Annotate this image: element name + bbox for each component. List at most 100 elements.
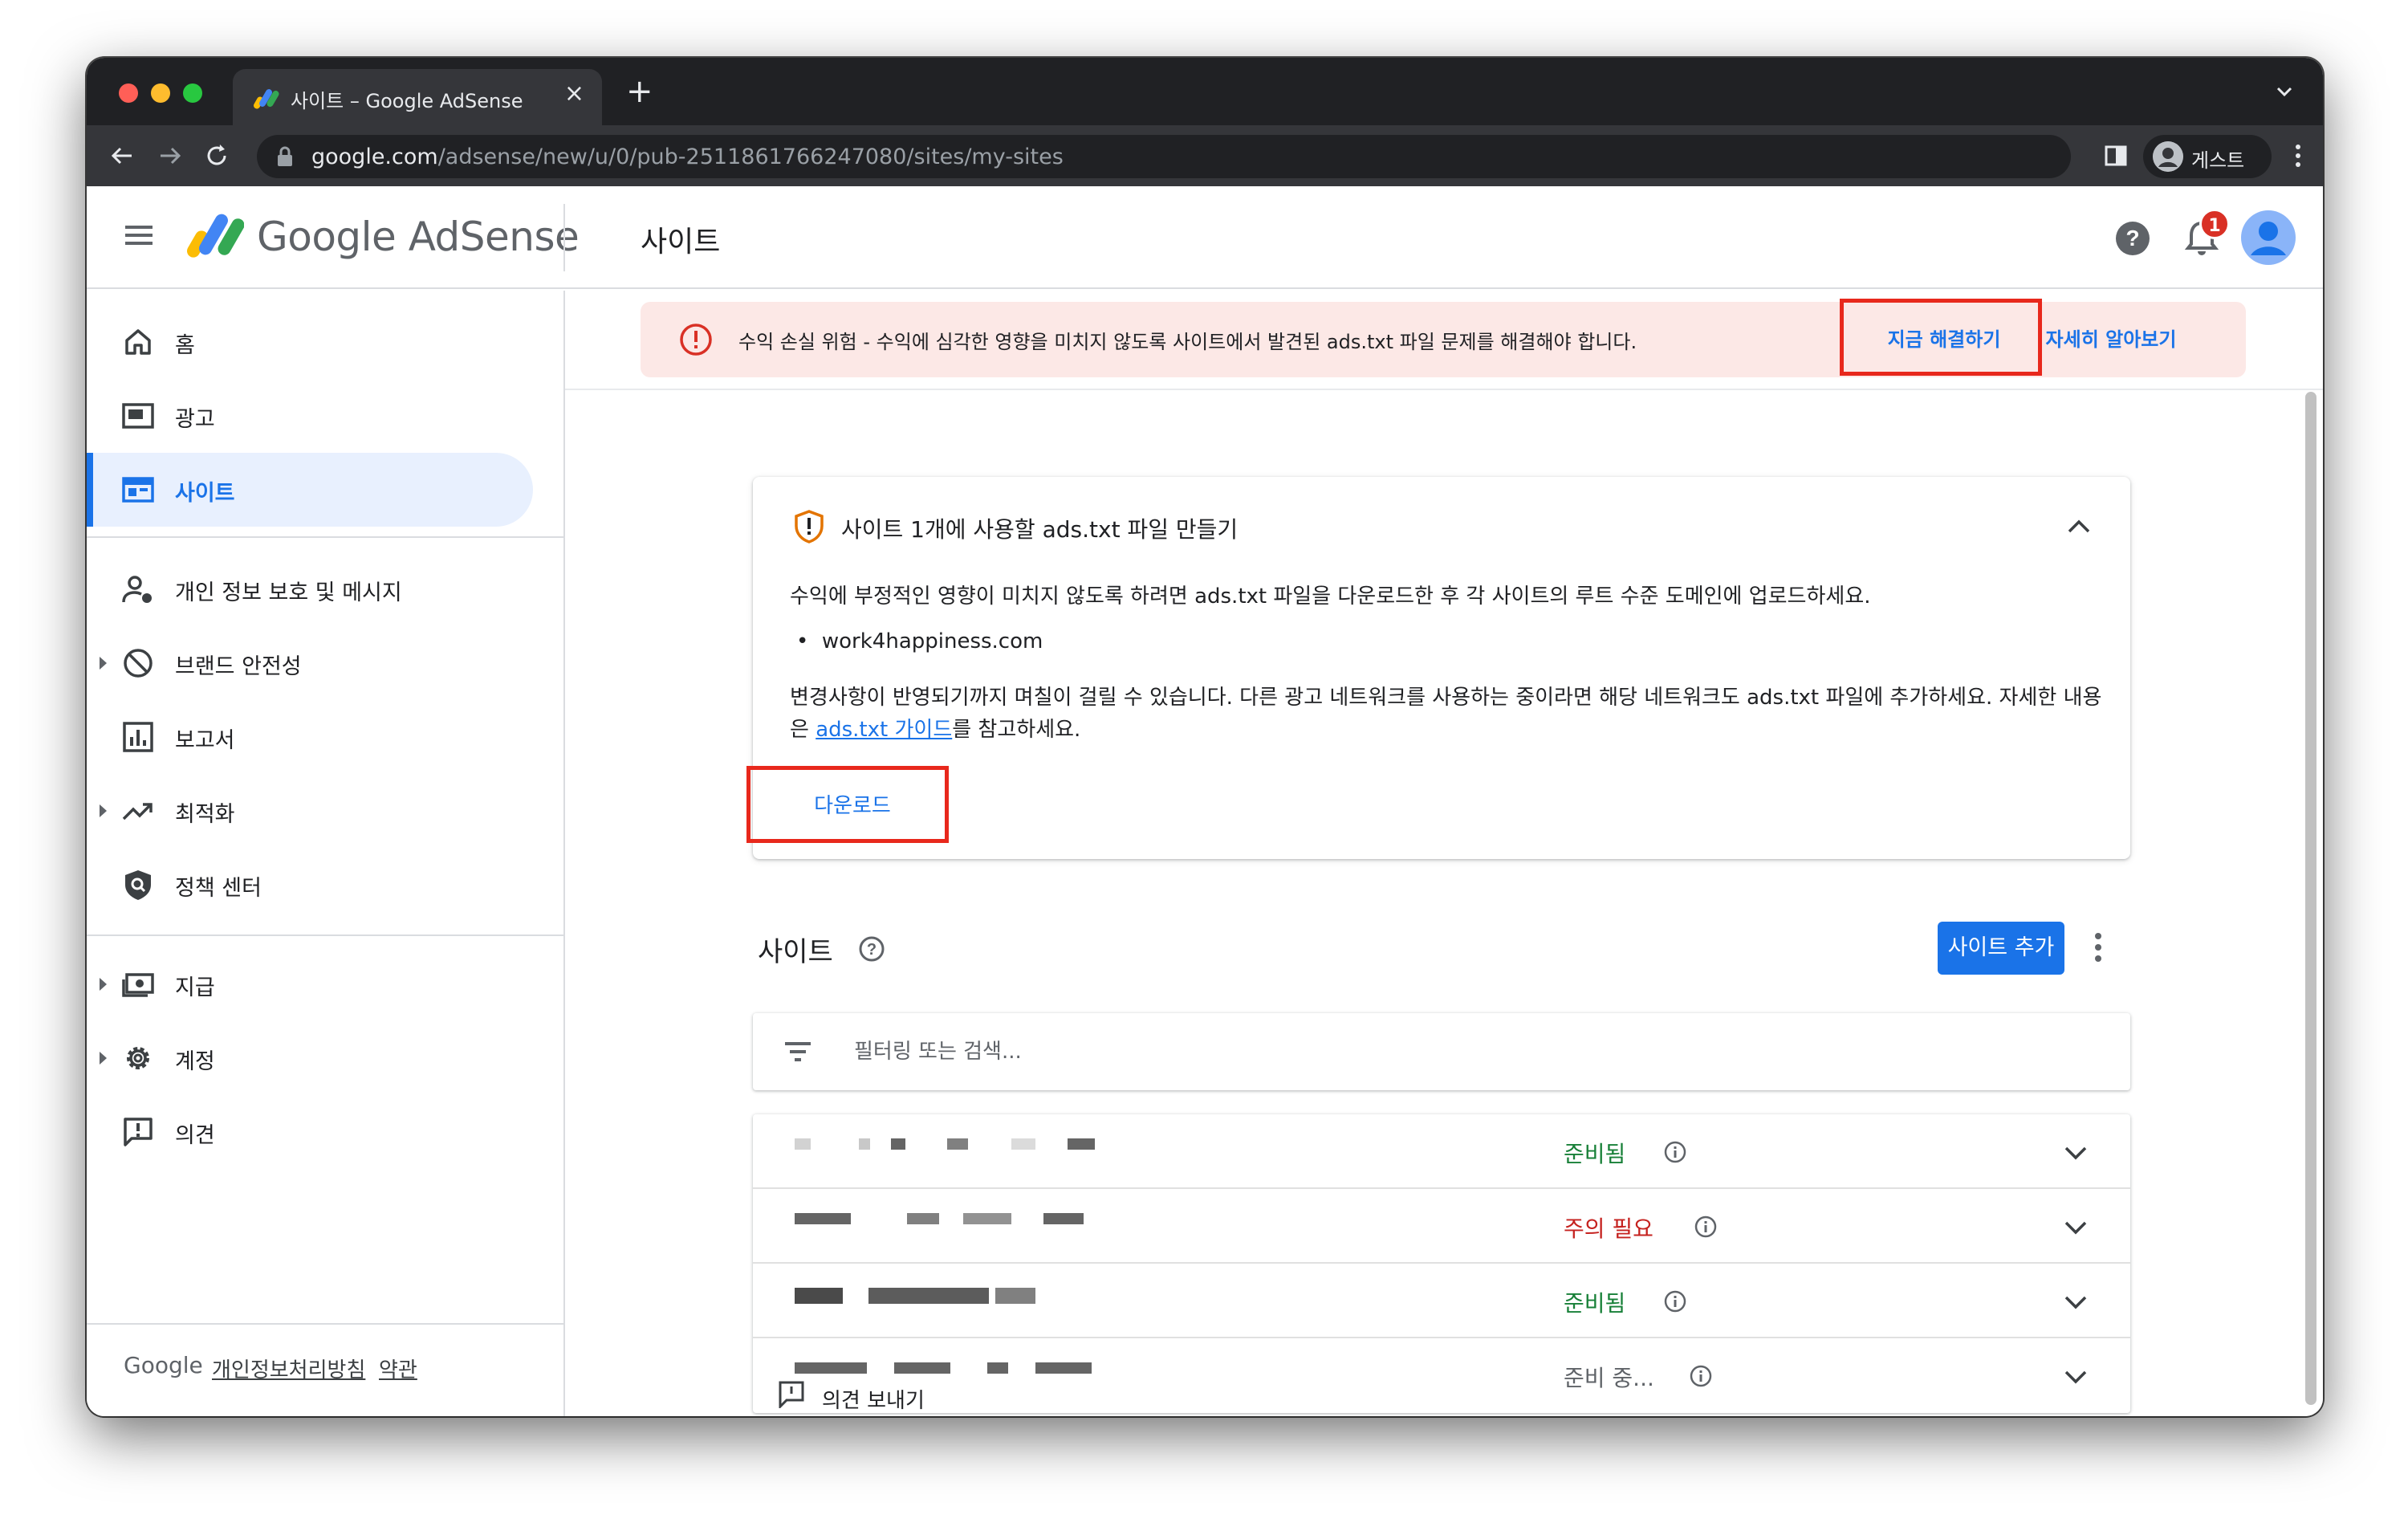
- browser-window: 사이트 – Google AdSense × + google.com/adse…: [87, 58, 2323, 1416]
- app-header: Google AdSense 사이트 ? 1: [87, 186, 2323, 289]
- sidebar-divider: [87, 536, 563, 538]
- redacted-site-name: [795, 1213, 1100, 1237]
- tab-close-icon[interactable]: ×: [564, 82, 584, 106]
- header-divider: [563, 204, 565, 271]
- site-row[interactable]: 준비 중...: [753, 1338, 2130, 1413]
- fix-now-highlight-box: [1840, 299, 2042, 376]
- sidebar-item-policy-center[interactable]: 정책 센터: [87, 848, 546, 922]
- sidebar-item-home[interactable]: 홈: [87, 305, 546, 379]
- forward-arrow-icon[interactable]: [154, 140, 186, 172]
- sidebar-item-privacy-messaging[interactable]: 개인 정보 보호 및 메시지: [87, 552, 546, 626]
- close-window-button[interactable]: [119, 83, 138, 103]
- filter-bar: [753, 1013, 2130, 1090]
- back-arrow-icon[interactable]: [106, 140, 138, 172]
- minimize-window-button[interactable]: [151, 83, 170, 103]
- privacy-policy-link[interactable]: 개인정보처리방침: [212, 1354, 365, 1383]
- notification-badge: 1: [2199, 209, 2230, 239]
- browser-tab[interactable]: 사이트 – Google AdSense ×: [233, 69, 602, 125]
- expand-chevron-down-icon[interactable]: [2061, 1362, 2090, 1391]
- expand-chevron-down-icon[interactable]: [2061, 1213, 2090, 1242]
- site-domain: work4happiness.com: [821, 629, 1043, 654]
- account-avatar[interactable]: [2241, 210, 2296, 265]
- new-tab-button[interactable]: +: [626, 75, 653, 108]
- sidebar-item-label: 의견: [175, 1123, 215, 1148]
- lock-icon[interactable]: [276, 146, 294, 167]
- sidebar-item-sites[interactable]: 사이트: [87, 453, 533, 527]
- bullet-mark: •: [796, 629, 809, 654]
- more-vert-icon[interactable]: [2090, 930, 2106, 965]
- collapse-chevron-up-icon[interactable]: [2064, 512, 2093, 541]
- side-panel-icon[interactable]: [2103, 143, 2129, 169]
- info-icon[interactable]: [1663, 1140, 1687, 1164]
- url-text[interactable]: google.com/adsense/new/u/0/pub-251186176…: [311, 145, 1064, 169]
- reload-icon[interactable]: [201, 140, 233, 172]
- expand-caret-icon[interactable]: [100, 1052, 107, 1065]
- site-row[interactable]: 준비됨: [753, 1114, 2130, 1189]
- card-note-text-2: 은 ads.txt 가이드를 참고하세요.: [790, 718, 1081, 742]
- address-bar[interactable]: google.com/adsense/new/u/0/pub-251186176…: [257, 135, 2071, 178]
- info-icon[interactable]: [1663, 1289, 1687, 1313]
- site-row[interactable]: 준비됨: [753, 1264, 2130, 1338]
- policy-shield-icon: [125, 870, 151, 900]
- browser-menu-icon[interactable]: [2286, 140, 2310, 172]
- help-outline-icon[interactable]: ?: [857, 934, 886, 963]
- profile-name: 게스트: [2191, 149, 2245, 172]
- terms-link[interactable]: 약관: [379, 1354, 417, 1383]
- sidebar-item-account[interactable]: 계정: [87, 1021, 546, 1095]
- sidebar-item-ads[interactable]: 광고: [87, 379, 546, 453]
- site-status: 준비됨: [1564, 1141, 1626, 1167]
- block-icon: [124, 649, 153, 678]
- maximize-window-button[interactable]: [183, 83, 202, 103]
- tab-search-chevron-icon[interactable]: [2273, 80, 2296, 103]
- profile-button[interactable]: 게스트: [2143, 135, 2272, 178]
- expand-caret-icon[interactable]: [100, 804, 107, 817]
- home-icon: [125, 329, 151, 355]
- sidebar-item-payments[interactable]: 지급: [87, 947, 546, 1021]
- bar-chart-icon: [123, 722, 153, 752]
- adsense-favicon-icon: [254, 89, 279, 109]
- sidebar-item-label: 보고서: [175, 728, 235, 753]
- help-icon[interactable]: ?: [2114, 220, 2151, 257]
- tab-strip: 사이트 – Google AdSense × +: [87, 58, 2323, 125]
- sites-section-title: 사이트: [758, 936, 833, 968]
- adsense-logo-icon[interactable]: [186, 209, 244, 262]
- sidebar-footer: Google 개인정보처리방침 약관: [87, 1323, 563, 1416]
- site-row[interactable]: 주의 필요: [753, 1189, 2130, 1264]
- svg-text:?: ?: [2125, 226, 2139, 250]
- sidebar-item-reports[interactable]: 보고서: [87, 700, 546, 774]
- main-menu-icon[interactable]: [122, 218, 156, 252]
- main-scrollbar[interactable]: [2305, 392, 2316, 1405]
- filter-list-icon[interactable]: [782, 1037, 814, 1066]
- expand-caret-icon[interactable]: [100, 657, 107, 670]
- redacted-site-name: [795, 1288, 1100, 1312]
- site-status: 주의 필요: [1564, 1215, 1653, 1242]
- sidebar-item-optimization[interactable]: 최적화: [87, 774, 546, 848]
- ads-txt-guide-link[interactable]: ads.txt 가이드: [816, 718, 952, 742]
- feedback-icon[interactable]: [777, 1379, 806, 1408]
- sidebar-item-label: 계정: [175, 1049, 215, 1074]
- sidebar-divider: [87, 934, 563, 936]
- product-name[interactable]: Google AdSense: [257, 214, 580, 260]
- redacted-site-name: [795, 1138, 1100, 1163]
- ads-txt-card: 사이트 1개에 사용할 ads.txt 파일 만들기 수익에 부정적인 영향이 …: [746, 477, 2130, 859]
- add-site-button[interactable]: 사이트 추가: [1938, 922, 2064, 975]
- filter-search-input[interactable]: [854, 1032, 1978, 1071]
- sidebar-item-label: 최적화: [175, 802, 235, 827]
- sidebar-item-label: 개인 정보 보호 및 메시지: [175, 580, 402, 605]
- expand-caret-icon[interactable]: [100, 978, 107, 991]
- info-icon[interactable]: [1689, 1364, 1713, 1388]
- footer-google-text: Google: [124, 1352, 203, 1378]
- info-icon[interactable]: [1694, 1215, 1718, 1239]
- revenue-risk-alert: 수익 손실 위험 - 수익에 심각한 영향을 미치지 않도록 사이트에서 발견된…: [641, 299, 2246, 377]
- learn-more-button[interactable]: 자세히 알아보기: [2037, 318, 2185, 361]
- sidebar-item-label: 정책 센터: [175, 876, 262, 901]
- main-content: 수익 손실 위험 - 수익에 심각한 영향을 미치지 않도록 사이트에서 발견된…: [565, 291, 2323, 1416]
- sidebar-item-feedback[interactable]: 의견: [87, 1095, 546, 1169]
- send-feedback-link[interactable]: 의견 보내기: [822, 1384, 925, 1414]
- trending-up-icon: [122, 803, 153, 820]
- expand-chevron-down-icon[interactable]: [2061, 1288, 2090, 1317]
- expand-chevron-down-icon[interactable]: [2061, 1138, 2090, 1167]
- site-list: 준비됨 주의 필요 준비됨 준비 중...: [753, 1114, 2130, 1413]
- payments-icon: [122, 973, 154, 997]
- sidebar-item-brand-safety[interactable]: 브랜드 안전성: [87, 626, 546, 700]
